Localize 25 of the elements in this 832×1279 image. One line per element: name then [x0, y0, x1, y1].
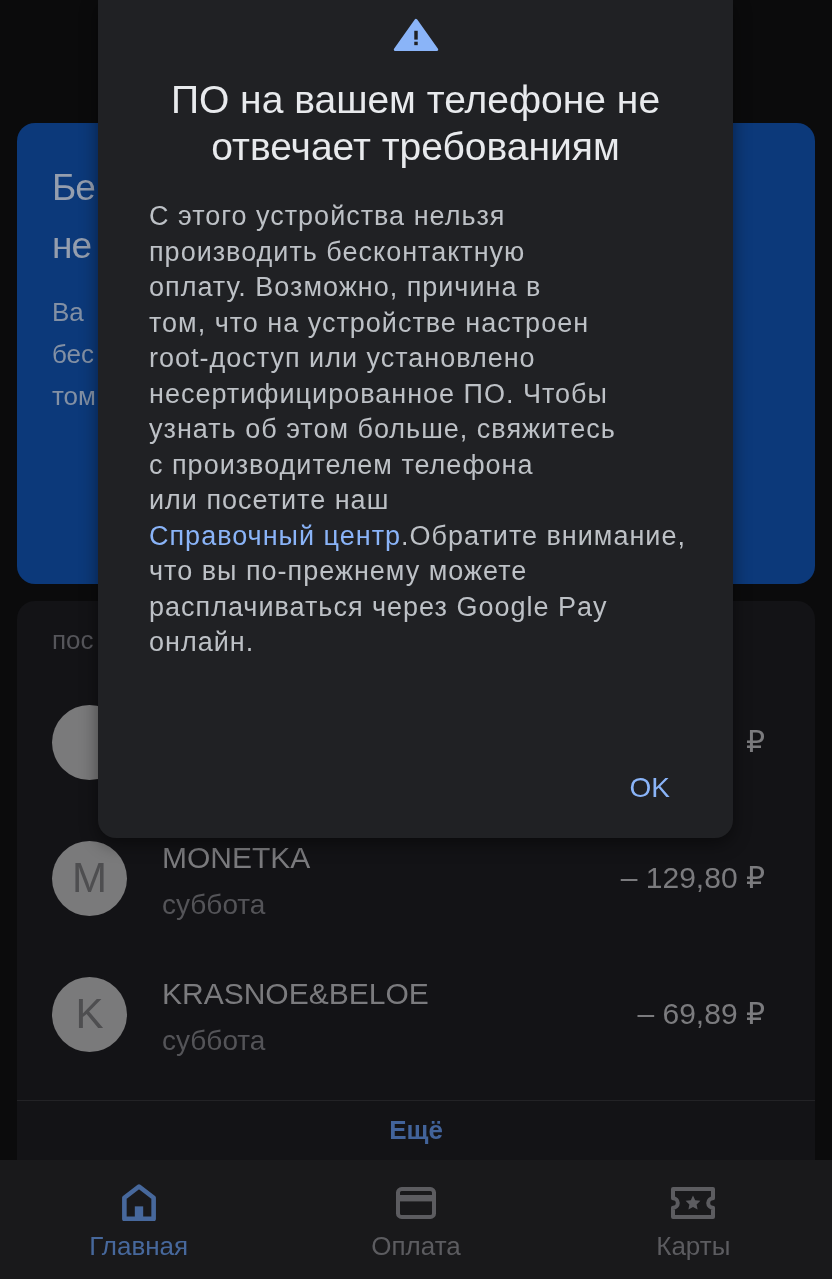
- card-text: том: [52, 380, 96, 413]
- merchant-name: MONETKA: [162, 840, 311, 876]
- transaction-date: суббота: [162, 888, 266, 922]
- help-center-link[interactable]: Справочный центр: [149, 520, 402, 551]
- card-title: Бе: [52, 166, 95, 210]
- merchant-name: KRASNOE&BELOE: [162, 976, 429, 1012]
- card-text: Ва: [52, 296, 84, 329]
- more-button[interactable]: Ещё: [377, 1111, 455, 1150]
- dialog-title: ПО на вашем телефоне не отвечает требованиям: [169, 77, 662, 170]
- warning-icon: [392, 18, 439, 52]
- dialog-message: С этого устройства нельзя производить бесконтактную оплату. Возможно, причина в том, что на устройстве настроен root-доступ или установлено несертифицированное ПО. Чтобы узнать об этом больше, свяжитесь с производителем телефона или посетите наш Справочный центр.Обратите внимание, что вы по-прежнему можете расплачиваться через Google Pay онлайн.: [149, 200, 687, 659]
- section-heading: пос: [52, 625, 94, 655]
- ticket-star-icon: [671, 1186, 716, 1219]
- nav-tab[interactable]: Главная: [0, 1160, 278, 1279]
- credit-card-icon: [396, 1186, 436, 1219]
- transaction-amount: – 69,89 ₽: [637, 996, 765, 1032]
- transaction-date: суббота: [162, 1024, 266, 1058]
- ok-button[interactable]: OK: [617, 764, 682, 812]
- nav-tab[interactable]: Оплата: [277, 1160, 555, 1279]
- home-icon: [121, 1184, 156, 1221]
- nav-tab[interactable]: Карты: [554, 1160, 832, 1279]
- card-text: бес: [52, 338, 95, 371]
- transaction-amount: – 129,80 ₽: [620, 860, 765, 896]
- transaction-amount: ₽: [745, 724, 765, 760]
- card-title: не: [52, 224, 91, 268]
